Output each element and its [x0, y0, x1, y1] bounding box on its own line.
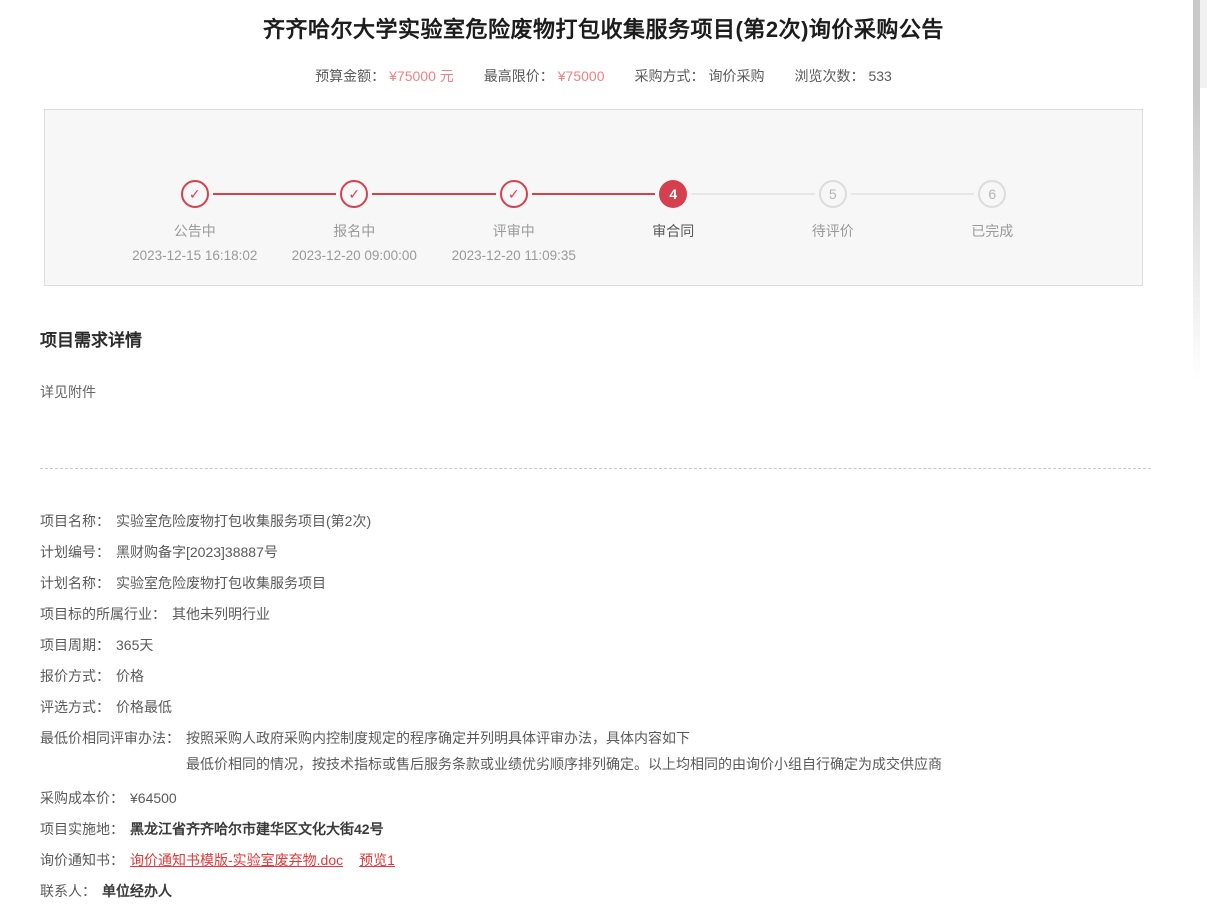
purchase-method: 采购方式： 询价采购 [634, 66, 764, 86]
scrollbar-track-top [1200, 0, 1207, 88]
detail-row-tiebreak-method: 最低价相同评审办法： 按照采购人政府采购内控制度规定的程序确定并列明具体评审办法… [40, 728, 1167, 777]
step-review: ✓ 评审中 2023-12-20 11:09:35 [434, 110, 594, 285]
detail-row-plan-name: 计划名称： 实验室危险废物打包收集服务项目 [40, 573, 1167, 593]
dashed-divider [40, 468, 1151, 469]
check-icon: ✓ [340, 180, 368, 208]
detail-row-plan-number: 计划编号： 黑财购备字[2023]38887号 [40, 542, 1167, 562]
progress-stepper: ✓ 公告中 2023-12-15 16:18:02 ✓ 报名中 2023-12-… [44, 109, 1143, 286]
tiebreak-line-2: 最低价相同的情况，按技术指标或售后服务条款或业绩优劣顺序排列确定。以上均相同的由… [186, 756, 942, 772]
step-pending-evaluation: 5 待评价 [753, 110, 913, 285]
purchase-method-value: 询价采购 [708, 66, 764, 86]
detail-row-project-period: 项目周期： 365天 [40, 635, 1167, 655]
step-number: 6 [978, 180, 1006, 208]
step-contract-review: 4 审合同 [594, 110, 754, 285]
step-registration: ✓ 报名中 2023-12-20 09:00:00 [275, 110, 435, 285]
detail-row-inquiry-notice: 询价通知书： 询价通知书模版-实验室废弃物.doc 预览1 [40, 850, 1167, 870]
check-icon: ✓ [181, 180, 209, 208]
budget-amount: 预算金额： ¥75000 元 [315, 66, 454, 86]
budget-value: ¥75000 元 [389, 66, 454, 86]
check-icon: ✓ [500, 180, 528, 208]
step-completed: 6 已完成 [913, 110, 1073, 285]
view-count-value: 533 [868, 68, 891, 84]
section-heading: 项目需求详情 [40, 326, 1207, 351]
detail-row-quote-method: 报价方式： 价格 [40, 666, 1167, 686]
page-title: 齐齐哈尔大学实验室危险废物打包收集服务项目(第2次)询价采购公告 [0, 0, 1207, 44]
detail-row-cost-price: 采购成本价： ¥64500 [40, 788, 1167, 808]
max-price-value: ¥75000 [558, 68, 605, 84]
max-price: 最高限价： ¥75000 [484, 66, 605, 86]
detail-row-industry: 项目标的所属行业： 其他未列明行业 [40, 604, 1167, 624]
detail-row-implementation-site: 项目实施地： 黑龙江省齐齐哈尔市建华区文化大街42号 [40, 819, 1167, 839]
announcement-page: 齐齐哈尔大学实验室危险废物打包收集服务项目(第2次)询价采购公告 预算金额： ¥… [0, 0, 1207, 904]
step-number: 4 [659, 180, 687, 208]
section-note: 详见附件 [40, 382, 1207, 402]
step-number: 5 [819, 180, 847, 208]
detail-list: 项目名称： 实验室危险废物打包收集服务项目(第2次) 计划编号： 黑财购备字[2… [40, 511, 1167, 904]
view-count: 浏览次数： 533 [794, 66, 891, 86]
meta-bar: 预算金额： ¥75000 元 最高限价： ¥75000 采购方式： 询价采购 浏… [0, 66, 1207, 86]
preview-link[interactable]: 预览1 [359, 850, 395, 870]
tiebreak-line-1: 按照采购人政府采购内控制度规定的程序确定并列明具体评审办法，具体内容如下 [186, 730, 690, 746]
scrollbar-track [1193, 0, 1207, 904]
detail-row-selection-method: 评选方式： 价格最低 [40, 697, 1167, 717]
notice-doc-link[interactable]: 询价通知书模版-实验室废弃物.doc [130, 850, 343, 870]
detail-row-project-name: 项目名称： 实验室危险废物打包收集服务项目(第2次) [40, 511, 1167, 531]
scrollbar-thumb[interactable] [1193, 0, 1200, 380]
detail-row-contact-person: 联系人： 单位经办人 [40, 881, 1167, 901]
step-announcing: ✓ 公告中 2023-12-15 16:18:02 [115, 110, 275, 285]
